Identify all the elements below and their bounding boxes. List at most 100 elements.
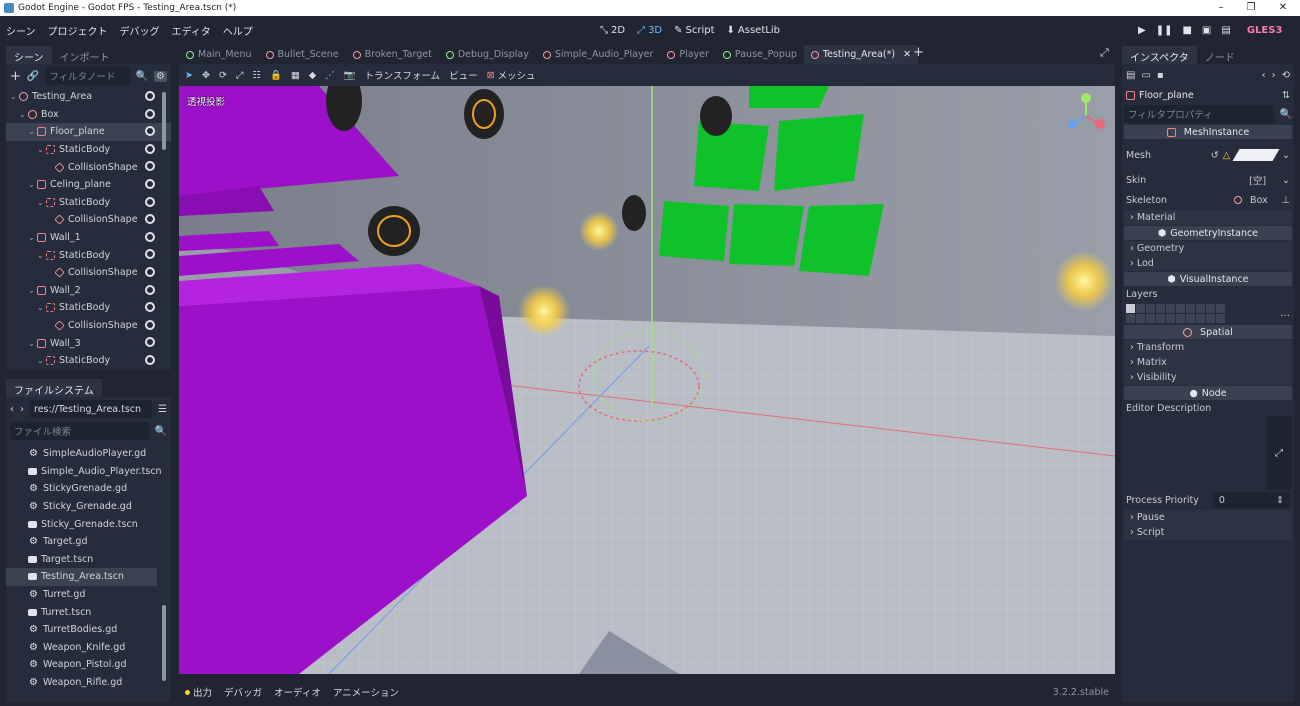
visibility-eye-icon[interactable] [145, 143, 155, 154]
file-item[interactable]: ⚙ Weapon_Pistol.gd [6, 656, 157, 674]
menu-help[interactable]: ヘルプ [217, 23, 259, 38]
select-tool-icon[interactable]: ➤ [185, 70, 193, 81]
layer-bit[interactable] [1126, 303, 1135, 313]
script-attach-icon[interactable]: ⚙ [154, 70, 167, 82]
expand-arrow-icon[interactable]: ⌄ [19, 110, 28, 119]
group-icon[interactable]: ▦ [291, 70, 300, 81]
file-item[interactable]: ⚙ Turret.gd [6, 586, 157, 604]
file-item[interactable]: ⚙ TurretBodies.gd [6, 621, 157, 639]
tree-node[interactable]: ⌄ Wall_2 [6, 282, 171, 300]
visibility-eye-icon[interactable] [145, 337, 155, 348]
file-search-input[interactable]: ファイル検索 [10, 422, 149, 440]
tree-node[interactable]: ⌄ Box [6, 106, 171, 124]
visibility-eye-icon[interactable] [145, 178, 155, 189]
play-scene-icon[interactable]: ▣ [1202, 25, 1211, 36]
category-geometry[interactable]: › Geometry [1124, 241, 1292, 256]
layer-bit[interactable] [1206, 303, 1215, 313]
output-button[interactable]: 出力 [185, 685, 212, 699]
filter-properties-input[interactable]: フィルタプロパティ [1124, 105, 1274, 123]
split-view-icon[interactable]: ☰ [158, 404, 167, 415]
chevron-down-icon[interactable]: ⌄ [1282, 175, 1290, 186]
layer-bit[interactable] [1166, 303, 1175, 313]
menu-editor[interactable]: エディタ [166, 23, 217, 38]
scale-tool-icon[interactable]: ⤢ [236, 70, 244, 81]
file-item[interactable]: Turret.tscn [6, 603, 157, 621]
expand-arrow-icon[interactable]: ⌄ [37, 251, 46, 260]
category-lod[interactable]: › Lod [1124, 256, 1292, 271]
mesh-menu[interactable]: ⊠ メッシュ [487, 68, 536, 83]
snap-icon[interactable]: ⋰ [325, 70, 335, 81]
tree-node[interactable]: ⌄ Floor_plane [6, 123, 171, 141]
category-script[interactable]: › Script [1124, 525, 1292, 540]
process-priority-spinbox[interactable]: 0 ⇕ [1212, 492, 1290, 508]
visibility-eye-icon[interactable] [145, 161, 155, 172]
section-geometryinstance[interactable]: ⬢ GeometryInstance [1124, 226, 1292, 240]
file-item[interactable]: ⚙ Target.gd [6, 533, 157, 551]
layer-bit[interactable] [1196, 313, 1205, 323]
tree-node[interactable]: ⌄ Celing_plane [6, 176, 171, 194]
scene-tab[interactable]: Player [660, 45, 716, 64]
mode-assetlib-button[interactable]: ⬇ AssetLib [727, 25, 780, 36]
file-item[interactable]: Sticky_Grenade.tscn [6, 515, 157, 533]
lock-icon[interactable]: 🔒 [270, 70, 282, 81]
tab-node[interactable]: ノード [1197, 46, 1243, 64]
open-folder-icon[interactable]: ▭ [1141, 70, 1150, 81]
tree-node[interactable]: CollisionShape [6, 317, 171, 335]
prop-skeleton-value[interactable]: Box [1250, 195, 1268, 206]
category-visibility[interactable]: › Visibility [1124, 370, 1292, 385]
history-back-icon[interactable]: ‹ [1262, 70, 1266, 81]
play-icon[interactable]: ▶ [1138, 25, 1146, 36]
section-visualinstance[interactable]: ⬢ VisualInstance [1124, 272, 1292, 286]
debugger-button[interactable]: デバッガ [224, 685, 262, 699]
layer-bit[interactable] [1216, 303, 1225, 313]
layer-bit[interactable] [1136, 313, 1145, 323]
layer-bit[interactable] [1156, 303, 1165, 313]
visibility-eye-icon[interactable] [145, 91, 155, 101]
file-item[interactable]: Testing_Area.tscn [6, 568, 157, 586]
visibility-eye-icon[interactable] [145, 108, 155, 119]
expand-arrow-icon[interactable]: ⌄ [28, 286, 37, 295]
tree-node[interactable]: ⌄ StaticBody [6, 299, 171, 317]
tree-node[interactable]: ⌄ StaticBody [6, 194, 171, 212]
view-menu[interactable]: ビュー [449, 68, 478, 82]
menu-scene[interactable]: シーン [0, 23, 42, 38]
distraction-free-icon[interactable]: ⤢ [1100, 46, 1109, 60]
save-icon[interactable]: ▪ [1157, 70, 1164, 81]
play-custom-scene-icon[interactable]: ▤ [1221, 25, 1230, 36]
layer-bit[interactable] [1176, 313, 1185, 323]
category-matrix[interactable]: › Matrix [1124, 355, 1292, 370]
renderer-badge[interactable]: GLES3 [1247, 25, 1283, 36]
visibility-eye-icon[interactable] [145, 302, 155, 313]
chevron-down-icon[interactable]: ⌄ [1282, 150, 1290, 161]
layer-bit[interactable] [1196, 303, 1205, 313]
scene-tab[interactable]: Broken_Target [346, 45, 439, 64]
layer-bit[interactable] [1216, 313, 1225, 323]
tree-node[interactable]: ⌄ StaticBody [6, 246, 171, 264]
expand-arrow-icon[interactable]: ⌄ [28, 233, 37, 242]
tree-node[interactable]: CollisionShape [6, 211, 171, 229]
layer-bit[interactable] [1136, 303, 1145, 313]
category-material[interactable]: › Material [1124, 210, 1292, 225]
visibility-eye-icon[interactable] [145, 249, 155, 260]
file-item[interactable]: Simple_Audio_Player.tscn [6, 463, 162, 481]
forward-icon[interactable]: › [20, 404, 24, 415]
file-item[interactable]: ⚙ StickyGrenade.gd [6, 480, 157, 498]
menu-debug[interactable]: デバッグ [114, 23, 166, 38]
tree-node[interactable]: CollisionShape [6, 264, 171, 282]
expand-arrow-icon[interactable]: ⌄ [10, 92, 19, 101]
menu-project[interactable]: プロジェクト [42, 23, 114, 38]
expand-arrow-icon[interactable]: ⌄ [37, 356, 46, 365]
tree-node[interactable]: ⌄ Wall_1 [6, 229, 171, 247]
visibility-eye-icon[interactable] [145, 196, 155, 207]
restore-icon[interactable]: ❐ [1236, 0, 1266, 16]
new-tab-icon[interactable]: + [913, 45, 924, 60]
file-tree-scrollbar[interactable] [162, 605, 166, 681]
tree-node[interactable]: ⌄ StaticBody [6, 141, 171, 159]
visibility-eye-icon[interactable] [145, 284, 155, 295]
history-icon[interactable]: ⟲ [1282, 70, 1290, 81]
scene-tab[interactable]: Simple_Audio_Player [536, 45, 661, 64]
animation-button[interactable]: アニメーション [333, 685, 399, 699]
expand-arrow-icon[interactable]: ⌄ [37, 145, 46, 154]
mode-3d-button[interactable]: ⤢ 3D [637, 25, 662, 36]
new-resource-icon[interactable]: ▤ [1126, 70, 1135, 81]
